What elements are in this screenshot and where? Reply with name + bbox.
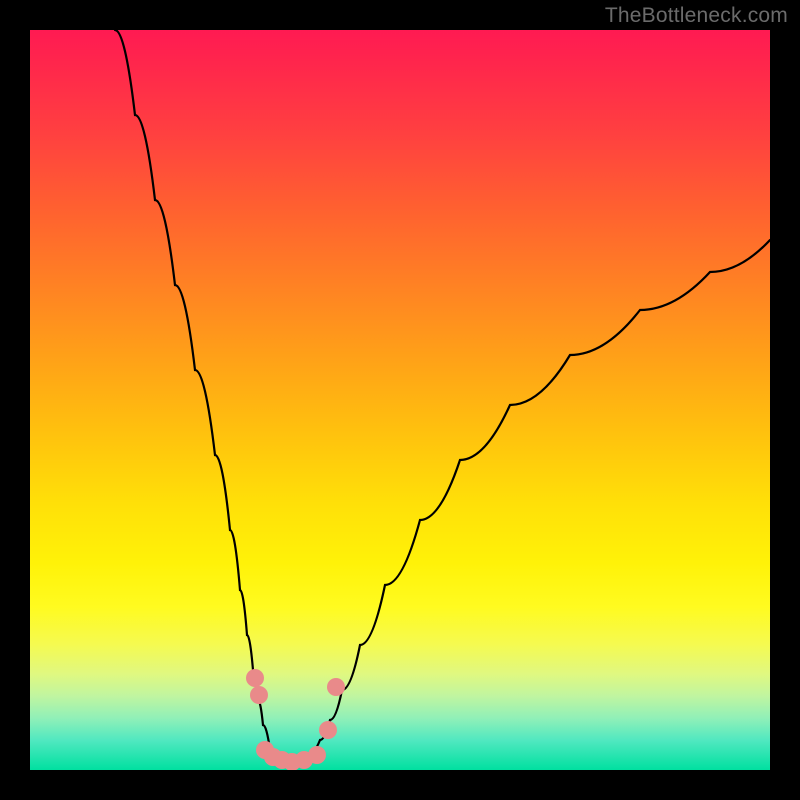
chart-svg — [30, 30, 770, 770]
highlight-dot — [327, 678, 345, 696]
highlight-dot — [250, 686, 268, 704]
curve-left-branch — [115, 30, 292, 763]
curve-right-branch — [292, 240, 770, 763]
watermark-text: TheBottleneck.com — [605, 4, 788, 28]
plot-area — [30, 30, 770, 770]
chart-frame: TheBottleneck.com — [0, 0, 800, 800]
highlight-dot — [308, 746, 326, 764]
highlight-dot — [246, 669, 264, 687]
highlight-dot — [319, 721, 337, 739]
